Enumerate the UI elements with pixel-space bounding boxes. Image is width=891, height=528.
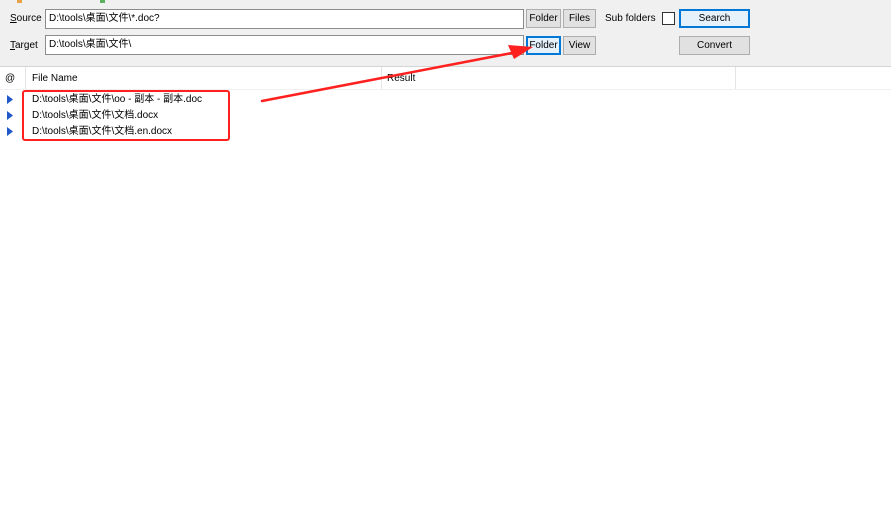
annotation-arrow-icon <box>260 45 533 103</box>
